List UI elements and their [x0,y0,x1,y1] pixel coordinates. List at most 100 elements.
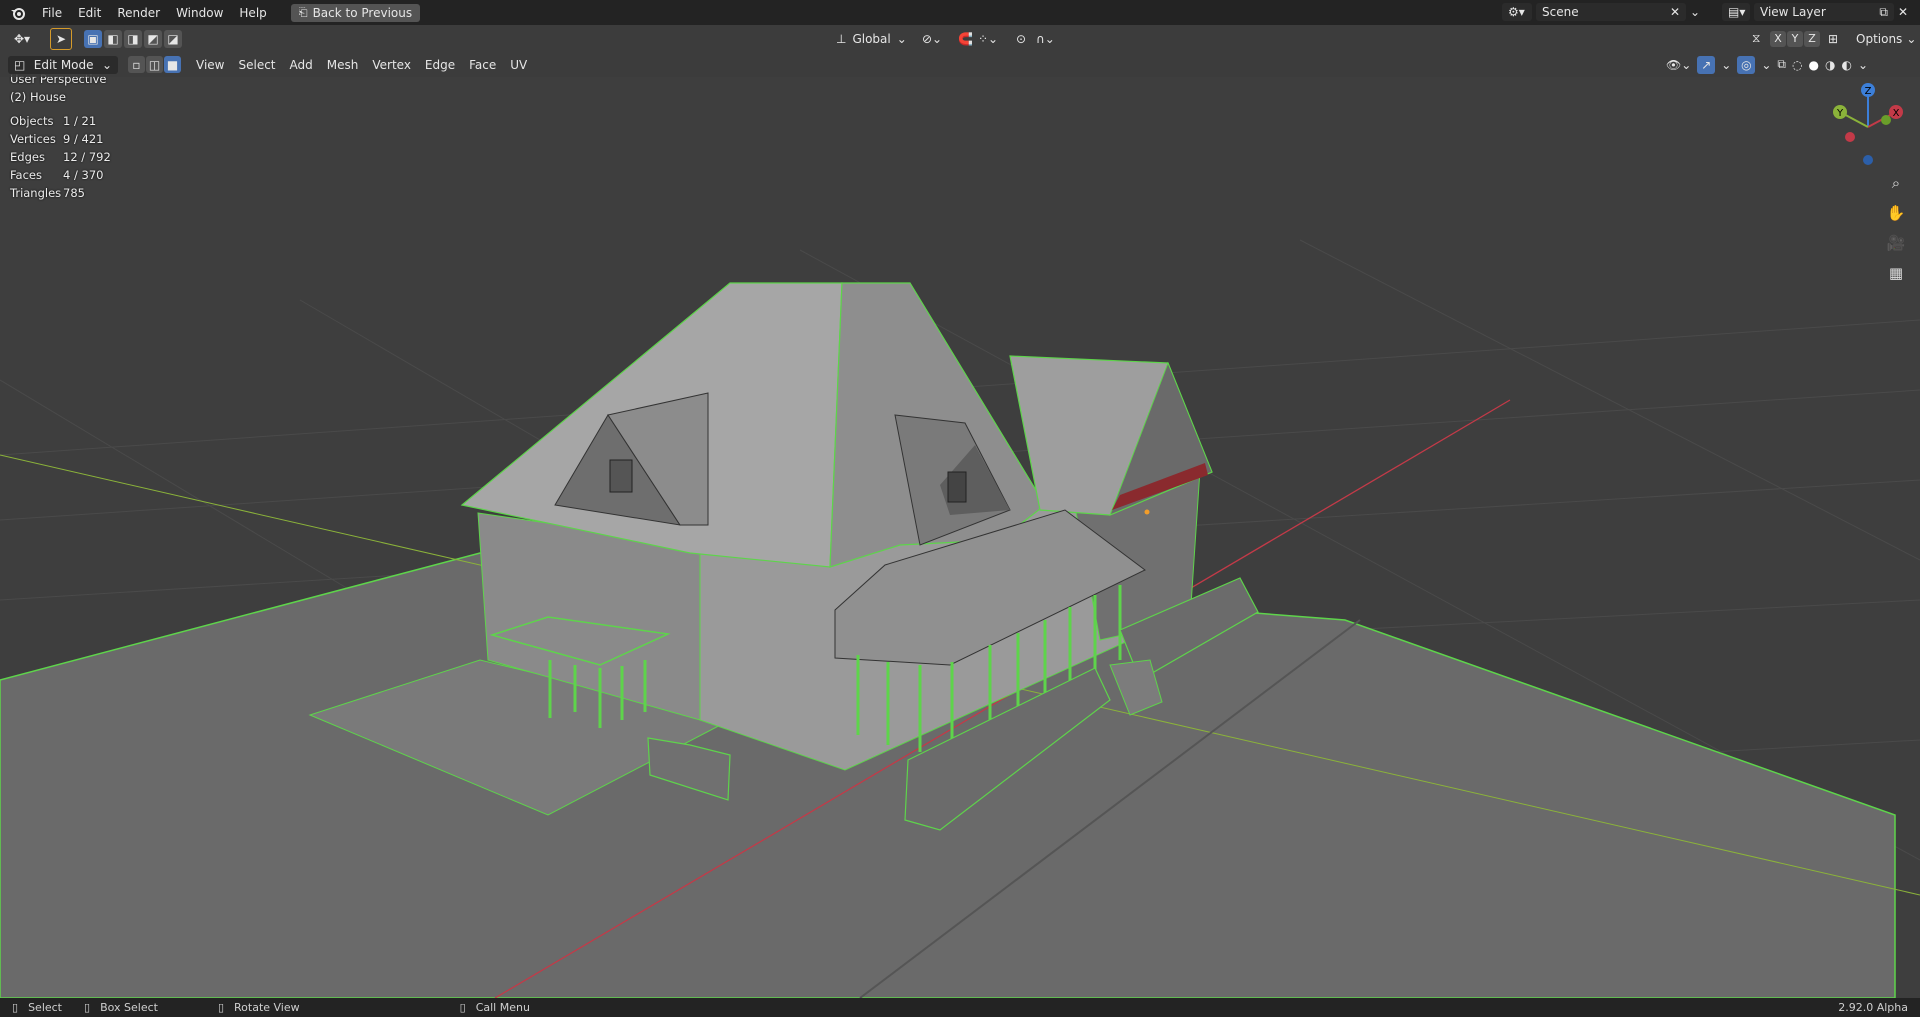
stats-row-faces: Faces 4 / 370 [10,168,104,182]
select-subtract-icon[interactable]: ◨ [124,29,143,48]
mirror-x-button[interactable]: X [1770,30,1786,47]
mouse-icon: ▯ [217,1001,225,1014]
menu-window[interactable]: Window [168,0,231,25]
proportional-edit-icon[interactable]: ⊙ [1016,32,1026,46]
mode-selector[interactable]: ◰ Edit Mode ⌄ [8,55,118,74]
cursor-icon[interactable]: ➤ [50,27,73,50]
rendered-shading-icon[interactable]: ◐ [1841,58,1851,72]
viewport-header: ◰ Edit Mode ⌄ ▫ ◫ ■ View Select Add Mesh… [0,52,1920,77]
mouse-icon: ▯ [459,1001,466,1014]
tool-settings-bar: ✥▾ ➤ ▣ ◧ ◨ ◩ ◪ ⊥ Global ⌄ ⊘⌄ 🧲 ⁘⌄ ⊙ ∩⌄ ⧖… [0,25,1920,52]
mirror-z-button[interactable]: Z [1804,30,1820,47]
close-icon[interactable]: ✕ [1898,5,1908,19]
viewport-info: User Perspective (2) House Objects 1 / 21… [10,70,111,202]
3d-viewport[interactable]: User Perspective (2) House Objects 1 / 21… [0,52,1920,998]
menu-help[interactable]: Help [231,0,274,25]
menu-edge[interactable]: Edge [418,58,462,72]
blender-logo-icon[interactable] [8,3,28,23]
copy-icon[interactable]: ⧉ [1879,5,1888,20]
editor-type-icon[interactable]: ✥▾ [8,30,36,48]
selection-mode-group: ▣ ◧ ◨ ◩ ◪ [84,29,183,48]
grid-icon[interactable]: ▦ [1883,260,1909,286]
options-dropdown[interactable]: Options ⌄ [1856,32,1916,46]
menu-edit[interactable]: Edit [70,0,109,25]
zoom-icon[interactable]: ⌕ [1883,170,1909,196]
visibility-icon[interactable]: 👁⌄ [1666,58,1691,72]
mirror-icon[interactable]: ⧖ [1752,31,1760,46]
gizmo-x-label: X [1893,108,1900,119]
status-bar: ▯ Select ▯ Box Select ▯ Rotate View ▯ Ca… [0,998,1920,1017]
face-mode-icon[interactable]: ■ [164,56,181,73]
stats-table: Objects 1 / 21 Vertices 9 / 421 Edges 12 / … [10,112,111,202]
view-layer-icon[interactable]: ▤▾ [1722,3,1750,21]
mouse-icon: ▯ [84,1001,91,1014]
status-box-select: Box Select [100,1001,158,1014]
scene-name: Scene [1542,5,1579,19]
gizmo-toggle-icon[interactable]: ↗ [1697,55,1716,74]
orientation-value: Global [852,31,891,46]
solid-shading-icon[interactable]: ● [1808,58,1818,72]
stats-row-edges: Edges 12 / 792 [10,150,111,164]
chevron-down-icon[interactable]: ⌄ [1721,58,1731,72]
transform-orientation-dropdown[interactable]: ⊥ Global ⌄ [836,32,907,46]
status-call-menu: Call Menu [475,1001,530,1014]
header-menus: View Select Add Mesh Vertex Edge Face UV [189,58,534,72]
hand-icon[interactable]: ✋ [1883,200,1909,226]
snap-icon[interactable]: 🧲 [958,32,973,46]
version-label: 2.92.0 Alpha [1838,1001,1908,1014]
mirror-y-button[interactable]: Y [1787,30,1803,47]
menu-uv[interactable]: UV [503,58,534,72]
view-layer-selector[interactable]: ▤▾ View Layer ⧉ ✕ [1722,3,1908,21]
view-layer-field[interactable]: View Layer ⧉ [1754,3,1894,21]
top-bar: File Edit Render Window Help ⎗ Back to P… [0,0,1920,25]
gizmo-z-label: Z [1865,86,1872,97]
object-name-label: (2) House [10,90,66,104]
chevron-down-icon[interactable]: ⌄ [1761,58,1771,72]
falloff-icon[interactable]: ∩⌄ [1036,32,1055,46]
stats-row-objects: Objects 1 / 21 [10,114,97,128]
scene-field[interactable]: Scene ✕ [1536,3,1686,21]
camera-icon[interactable]: 🎥 [1883,230,1909,256]
snap-target-icon[interactable]: ⁘⌄ [978,32,998,46]
scene-render[interactable] [0,52,1920,998]
left-dormer-window [609,459,633,493]
pivot-icon[interactable]: ⊘⌄ [922,32,942,46]
status-select: Select [28,1001,62,1014]
orientation-icon: ⊥ [836,31,847,46]
object-origin [1144,509,1150,515]
chevron-down-icon[interactable]: ⌄ [1690,5,1700,19]
mirror-axis-group: X Y Z [1770,30,1820,47]
stats-row-triangles: Triangles 785 [10,186,85,200]
scene-icon[interactable]: ⚙▾ [1502,3,1532,21]
select-intersect-icon[interactable]: ◪ [164,29,183,48]
mode-label: Edit Mode [33,57,94,72]
xray-icon[interactable]: ⧉ [1777,57,1786,72]
menu-select[interactable]: Select [231,58,282,72]
close-icon[interactable]: ✕ [1670,5,1680,19]
material-shading-icon[interactable]: ◑ [1825,58,1835,72]
edit-mode-icon: ◰ [14,57,26,72]
vertex-mode-icon[interactable]: ▫ [128,56,145,73]
wireframe-shading-icon[interactable]: ◌ [1792,58,1802,72]
view-layer-name: View Layer [1760,5,1826,19]
menu-vertex[interactable]: Vertex [365,58,418,72]
menu-mesh[interactable]: Mesh [320,58,366,72]
navigation-gizmo[interactable]: Z X Y [1828,82,1908,172]
menu-render[interactable]: Render [109,0,168,25]
overlay-toggle-icon[interactable]: ◎ [1737,55,1756,74]
options-label: Options [1856,31,1903,46]
back-to-previous-button[interactable]: ⎗ Back to Previous [290,3,421,22]
menu-add[interactable]: Add [283,58,320,72]
select-mode-group: ▫ ◫ ■ [128,56,181,73]
menu-face[interactable]: Face [462,58,503,72]
chevron-down-icon[interactable]: ⌄ [1858,58,1868,72]
select-extend-icon[interactable]: ◧ [104,29,123,48]
topology-mirror-icon[interactable]: ⊞ [1828,32,1838,46]
select-box-icon[interactable]: ▣ [84,29,103,48]
edge-mode-icon[interactable]: ◫ [146,56,163,73]
viewport-shading-group: 👁⌄ ↗ ⌄ ◎ ⌄ ⧉ ◌ ● ◑ ◐ ⌄ [1666,55,1868,74]
menu-file[interactable]: File [34,0,70,25]
menu-view[interactable]: View [189,58,231,72]
scene-selector[interactable]: ⚙▾ Scene ✕ ⌄ [1502,3,1700,21]
select-invert-icon[interactable]: ◩ [144,29,163,48]
